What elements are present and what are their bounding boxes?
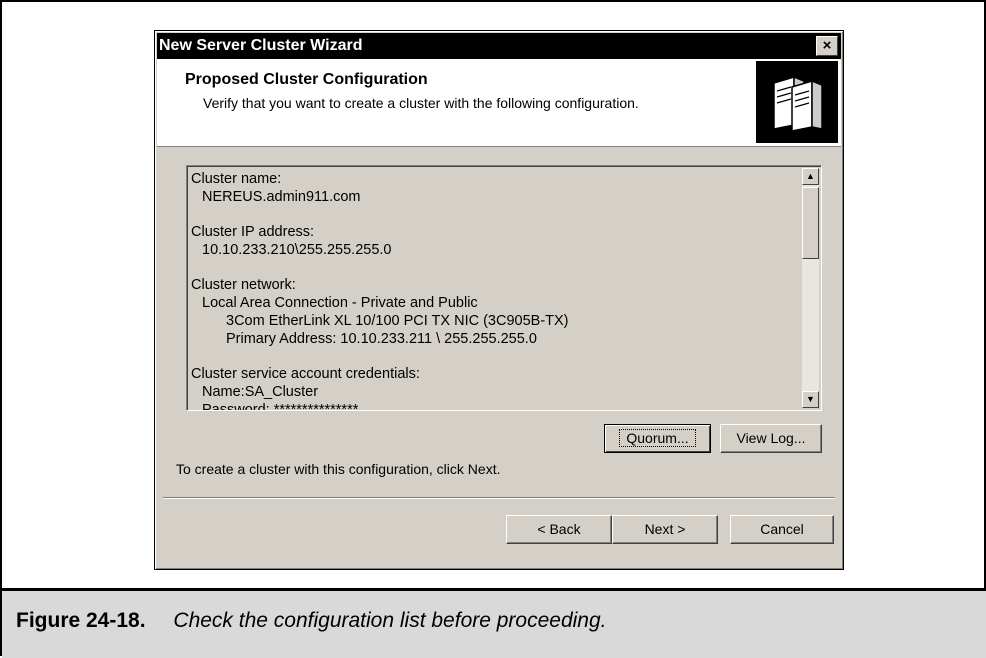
cancel-button-label: Cancel: [760, 521, 804, 537]
server-cluster-icon: [756, 61, 838, 143]
cluster-ip-section: Cluster IP address: 10.10.233.210\255.25…: [191, 223, 799, 259]
cluster-network-section: Cluster network: Local Area Connection -…: [191, 276, 799, 348]
view-log-button-label: View Log...: [736, 430, 806, 446]
window-title: New Server Cluster Wizard: [159, 37, 363, 54]
cluster-network-label: Cluster network:: [191, 277, 296, 293]
account-password: Password: ***************: [202, 402, 359, 411]
summary-content: Cluster name: NEREUS.admin911.com Cluste…: [191, 170, 799, 411]
figure-frame: New Server Cluster Wizard × Proposed Clu…: [0, 0, 986, 658]
wizard-header: Proposed Cluster Configuration Verify th…: [157, 59, 841, 147]
cluster-ip-label: Cluster IP address:: [191, 224, 315, 240]
credentials-label: Cluster service account credentials:: [191, 366, 420, 382]
scroll-up-button[interactable]: ▲: [802, 168, 819, 185]
quorum-button[interactable]: Quorum...: [604, 424, 711, 453]
arrow-up-icon: ▲: [806, 171, 815, 181]
back-button[interactable]: < Back: [506, 515, 612, 544]
network-connection-name: Local Area Connection - Private and Publ…: [202, 295, 478, 311]
cancel-button[interactable]: Cancel: [730, 515, 834, 544]
scroll-thumb[interactable]: [802, 187, 819, 259]
cluster-name-value: NEREUS.admin911.com: [202, 189, 361, 205]
primary-address: Primary Address: 10.10.233.211 \ 255.255…: [226, 331, 537, 347]
close-icon: ×: [822, 37, 832, 54]
credentials-section: Cluster service account credentials: Nam…: [191, 365, 799, 411]
page-subtitle: Verify that you want to create a cluster…: [203, 95, 639, 111]
account-name: Name:SA_Cluster: [202, 384, 319, 400]
figure-caption-text: Check the configuration list before proc…: [173, 609, 607, 632]
close-button[interactable]: ×: [816, 36, 838, 56]
configuration-summary-box[interactable]: Cluster name: NEREUS.admin911.com Cluste…: [186, 165, 822, 411]
next-button[interactable]: Next >: [612, 515, 718, 544]
scroll-down-button[interactable]: ▼: [802, 391, 819, 408]
title-bar: New Server Cluster Wizard ×: [157, 33, 841, 59]
arrow-down-icon: ▼: [806, 394, 815, 404]
vertical-scrollbar[interactable]: ▲ ▼: [802, 168, 819, 408]
back-button-label: < Back: [537, 521, 581, 537]
wizard-dialog: New Server Cluster Wizard × Proposed Clu…: [154, 30, 844, 570]
network-adapter: 3Com EtherLink XL 10/100 PCI TX NIC (3C9…: [226, 313, 569, 329]
quorum-button-label: Quorum...: [619, 429, 696, 447]
view-log-button[interactable]: View Log...: [720, 424, 822, 453]
figure-number: Figure 24-18.: [16, 609, 146, 632]
instruction-text: To create a cluster with this configurat…: [176, 461, 501, 477]
next-button-label: Next >: [644, 521, 686, 537]
page-title: Proposed Cluster Configuration: [185, 71, 428, 88]
cluster-name-label: Cluster name:: [191, 171, 282, 187]
separator: [163, 497, 835, 499]
cluster-ip-value: 10.10.233.210\255.255.255.0: [202, 242, 392, 258]
cluster-name-section: Cluster name: NEREUS.admin911.com: [191, 170, 799, 206]
figure-caption: Figure 24-18. Check the configuration li…: [2, 588, 986, 658]
